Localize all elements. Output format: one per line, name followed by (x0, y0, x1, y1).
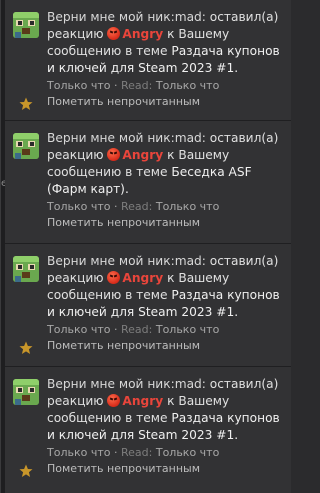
star-icon[interactable] (19, 341, 33, 355)
alert-body: Верни мне мой ник:mad: оставил(а) реакци… (47, 253, 287, 354)
mark-unread-link[interactable]: Пометить непрочитанным (47, 337, 287, 354)
mark-unread-link[interactable]: Пометить непрочитанным (47, 214, 287, 231)
mark-unread-link[interactable]: Пометить непрочитанным (47, 460, 287, 477)
angry-face-icon (107, 148, 121, 161)
user-avatar-icon[interactable] (13, 256, 39, 282)
read-label: Read: (120, 323, 153, 336)
alert-item[interactable]: Верни мне мой ник:mad: оставил(а) реакци… (5, 121, 291, 244)
alert-username-link[interactable]: Верни мне мой ник:mad: (47, 377, 206, 391)
meta-separator: · (113, 446, 118, 459)
meta-separator: · (113, 323, 118, 336)
alert-time: Только что (47, 79, 111, 92)
alert-username-link[interactable]: Верни мне мой ник:mad: (47, 254, 206, 268)
alert-meta: Только что · Read: Только что (47, 445, 287, 460)
reaction-label: Angry (122, 27, 164, 41)
read-label: Read: (120, 200, 153, 213)
user-avatar-icon[interactable] (13, 133, 39, 159)
alert-body: Верни мне мой ник:mad: оставил(а) реакци… (47, 9, 287, 110)
reaction-label: Angry (122, 271, 164, 285)
alert-meta: Только что · Read: Только что (47, 322, 287, 337)
read-time: Только что (155, 200, 220, 213)
alerts-panel: e Верни мне мой ник:mad: оставил(а) реак… (0, 0, 291, 493)
alert-time: Только что (47, 446, 111, 459)
alert-item[interactable]: Верни мне мой ник:mad: оставил(а) реакци… (5, 244, 291, 367)
star-icon[interactable] (19, 97, 33, 111)
reaction-label: Angry (122, 148, 164, 162)
alert-meta: Только что · Read: Только что (47, 78, 287, 93)
alert-username-link[interactable]: Верни мне мой ник:mad: (47, 131, 206, 145)
alert-meta: Только что · Read: Только что (47, 199, 287, 214)
star-icon[interactable] (19, 464, 33, 478)
angry-face-icon (107, 27, 121, 40)
alert-username-link[interactable]: Верни мне мой ник:mad: (47, 10, 206, 24)
alert-item[interactable]: Верни мне мой ник:mad: оставил(а) реакци… (5, 367, 291, 493)
read-label: Read: (120, 79, 153, 92)
mark-unread-link[interactable]: Пометить непрочитанным (47, 93, 287, 110)
alerts-list: Верни мне мой ник:mad: оставил(а) реакци… (5, 0, 291, 493)
alert-time: Только что (47, 323, 111, 336)
angry-face-icon (107, 394, 121, 407)
alert-body: Верни мне мой ник:mad: оставил(а) реакци… (47, 376, 287, 477)
alert-body: Верни мне мой ник:mad: оставил(а) реакци… (47, 130, 287, 231)
meta-separator: · (113, 79, 118, 92)
read-time: Только что (155, 323, 220, 336)
read-time: Только что (155, 446, 220, 459)
user-avatar-icon[interactable] (13, 379, 39, 405)
read-label: Read: (120, 446, 153, 459)
user-avatar-icon[interactable] (13, 12, 39, 38)
alert-item[interactable]: Верни мне мой ник:mad: оставил(а) реакци… (5, 0, 291, 121)
meta-separator: · (113, 200, 118, 213)
read-time: Только что (155, 79, 220, 92)
angry-face-icon (107, 271, 121, 284)
alert-time: Только что (47, 200, 111, 213)
reaction-label: Angry (122, 394, 164, 408)
